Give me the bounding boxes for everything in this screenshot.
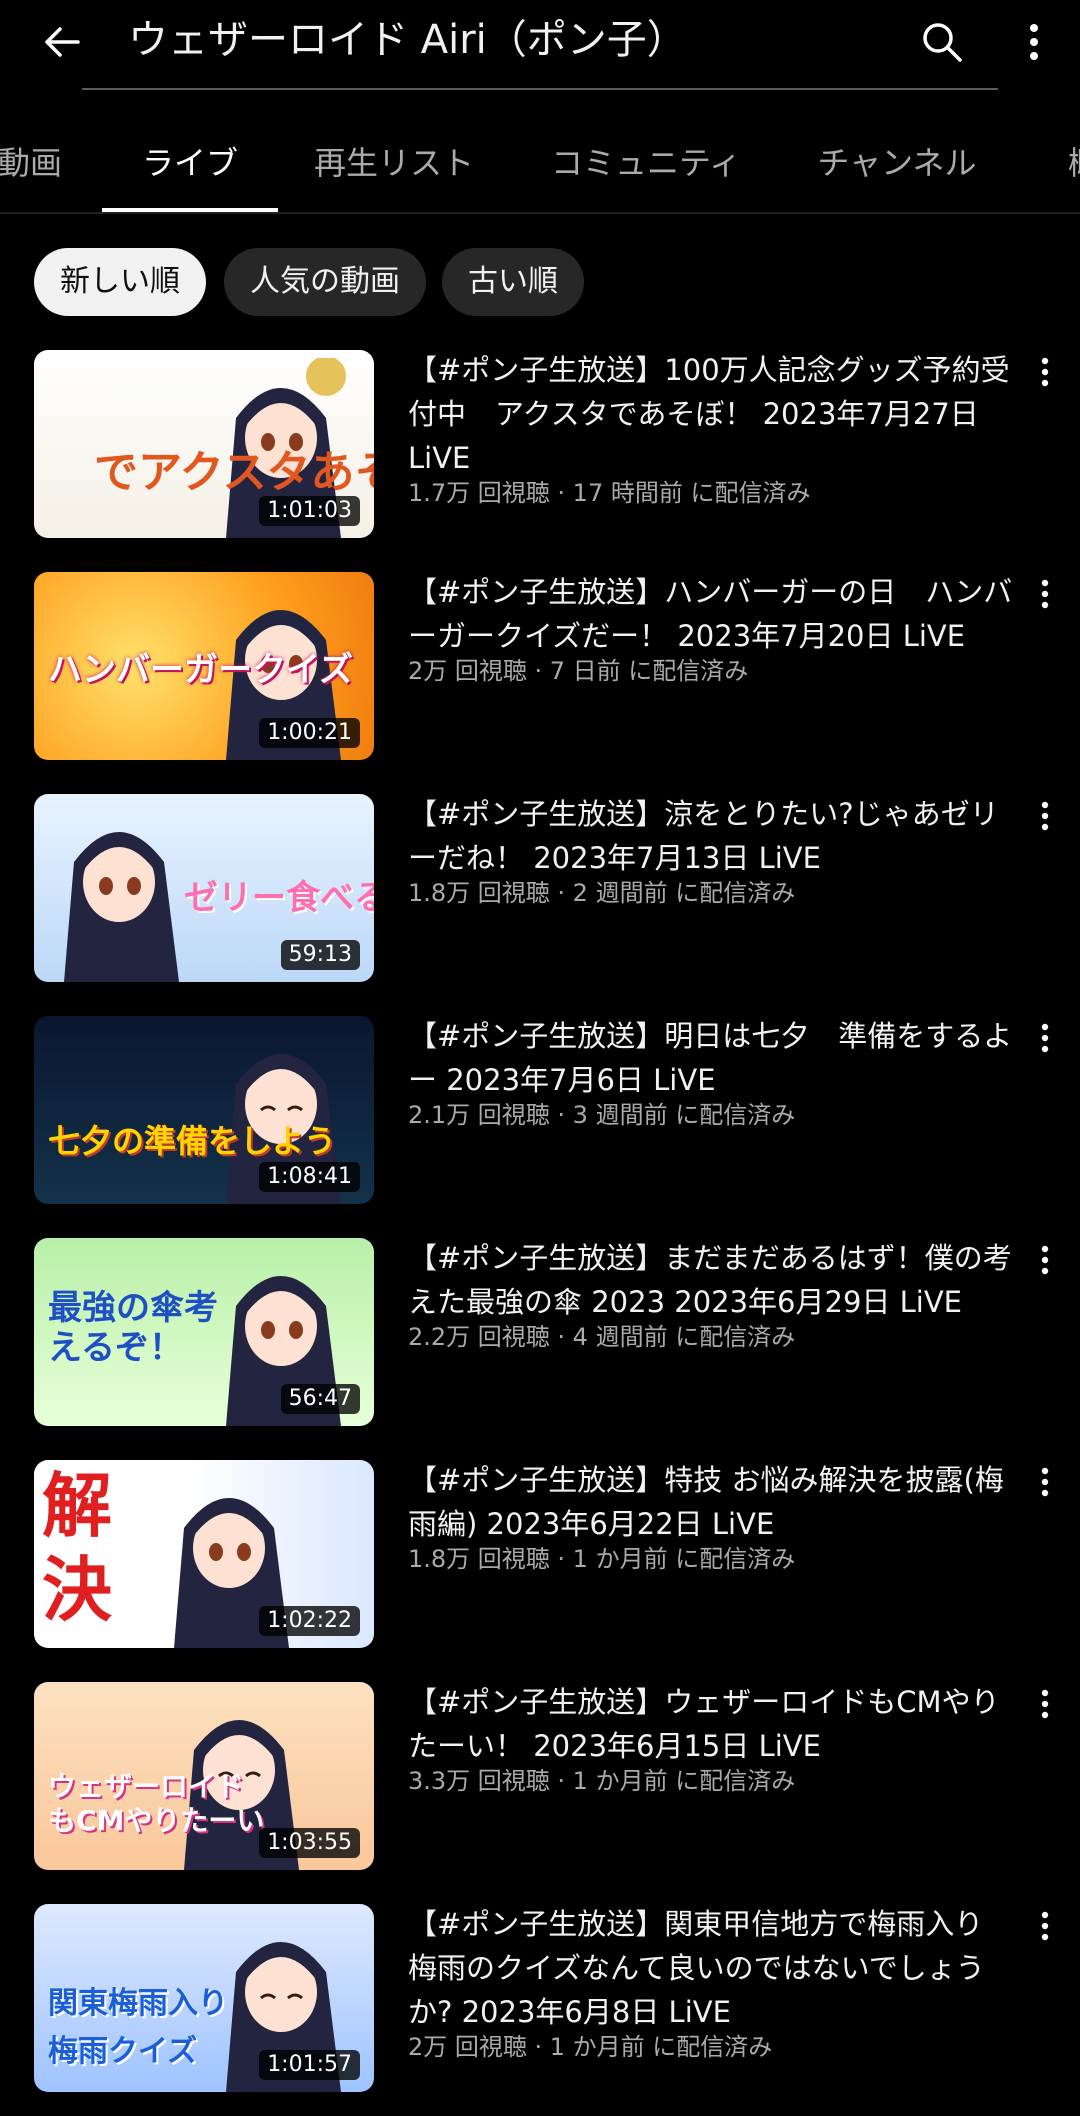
character-illustration <box>64 832 179 982</box>
chip-popular[interactable]: 人気の動画 <box>224 248 426 316</box>
video-title[interactable]: 【#ポン子生放送】ハンバーガーの日 ハンバーガークイズだー！ 2023年7月20… <box>408 570 1020 658</box>
search-icon <box>923 23 962 62</box>
video-meta: 1.8万 回視聴 · 2 週間前 に配信済み <box>408 879 796 907</box>
tab-playlists[interactable]: 再生リスト <box>312 128 476 214</box>
more-vert-icon <box>1030 24 1038 60</box>
video-meta: 1.8万 回視聴 · 1 か月前 に配信済み <box>408 1545 796 1573</box>
list-item[interactable]: でアクスタあそぼ！ 1:01:03 【#ポン子生放送】100万人記念グッズ予約受… <box>0 350 1080 540</box>
more-vert-icon <box>1041 1911 1049 1941</box>
video-title[interactable]: 【#ポン子生放送】関東甲信地方で梅雨入り 梅雨のクイズなんて良いのではないでしょ… <box>408 1902 1020 2034</box>
video-meta: 2.1万 回視聴 · 3 週間前 に配信済み <box>408 1101 796 1129</box>
video-thumbnail[interactable]: 関東梅雨入り 梅雨クイズ 1:01:57 <box>34 1904 374 2092</box>
video-meta: 2万 回視聴 · 7 日前 に配信済み <box>408 657 749 685</box>
video-more-button[interactable] <box>1030 1016 1060 1060</box>
thumbnail-caption: でアクスタあそぼ！ <box>94 447 374 498</box>
list-item[interactable]: ウェザーロイドもCMやりたーい 1:03:55 【#ポン子生放送】ウェザーロイド… <box>0 1682 1080 1872</box>
video-more-button[interactable] <box>1030 1682 1060 1726</box>
thumbnail-caption: 解決 <box>42 1465 112 1631</box>
video-thumbnail[interactable]: 最強の傘考えるぞ！ 56:47 <box>34 1238 374 1426</box>
thumbnail-caption: 七夕の準備をしよう <box>48 1122 337 1160</box>
tabs-divider <box>0 212 1080 214</box>
arrow-left-icon <box>45 27 80 57</box>
thumbnail-caption: 最強の傘考えるぞ！ <box>48 1288 218 1368</box>
list-item[interactable]: ゼリー食べる 59:13 【#ポン子生放送】涼をとりたい?じゃあゼリーだね！ 2… <box>0 794 1080 984</box>
video-more-button[interactable] <box>1030 1460 1060 1504</box>
thumbnail-caption: 関東梅雨入り 梅雨クイズ <box>48 1986 228 2069</box>
list-item[interactable]: 関東梅雨入り 梅雨クイズ 1:01:57 【#ポン子生放送】関東甲信地方で梅雨入… <box>0 1904 1080 2094</box>
thumbnail-caption: ウェザーロイドもCMやりたーい <box>48 1770 265 1837</box>
list-item[interactable]: 七夕の準備をしよう 1:08:41 【#ポン子生放送】明日は七夕 準備をするよー… <box>0 1016 1080 1206</box>
list-item[interactable]: ハンバーガークイズ 1:00:21 【#ポン子生放送】ハンバーガーの日 ハンバー… <box>0 572 1080 762</box>
video-thumbnail[interactable]: 七夕の準備をしよう 1:08:41 <box>34 1016 374 1204</box>
tab-about[interactable]: 概 <box>1054 128 1080 214</box>
video-more-button[interactable] <box>1030 1238 1060 1282</box>
duration-badge: 1:01:03 <box>259 496 360 526</box>
thumbnail-caption: ゼリー食べる <box>184 878 374 918</box>
channel-tabs: 動画 ライブ 再生リスト コミュニティ チャンネル 概 <box>0 128 1080 214</box>
video-meta: 2.2万 回視聴 · 4 週間前 に配信済み <box>408 1323 796 1351</box>
more-vert-icon <box>1041 1689 1049 1719</box>
more-vert-icon <box>1041 1245 1049 1275</box>
video-title[interactable]: 【#ポン子生放送】100万人記念グッズ予約受付中 アクスタであそぼ！ 2023年… <box>408 348 1020 480</box>
title-underline <box>82 88 998 90</box>
top-bar: ウェザーロイド Airi（ポン子） <box>0 0 1080 96</box>
list-item[interactable]: 解決 1:02:22 【#ポン子生放送】特技 お悩み解決を披露(梅雨編) 202… <box>0 1460 1080 1650</box>
video-thumbnail[interactable]: でアクスタあそぼ！ 1:01:03 <box>34 350 374 538</box>
search-button[interactable] <box>914 14 970 70</box>
more-vert-icon <box>1041 1023 1049 1053</box>
back-button[interactable] <box>36 16 88 68</box>
duration-badge: 1:01:57 <box>259 2050 360 2080</box>
video-title[interactable]: 【#ポン子生放送】特技 お悩み解決を披露(梅雨編) 2023年6月22日 LiV… <box>408 1458 1020 1546</box>
video-meta: 2万 回視聴 · 1 か月前 に配信済み <box>408 2033 773 2061</box>
more-vert-icon <box>1041 579 1049 609</box>
video-title[interactable]: 【#ポン子生放送】まだまだあるはず！僕の考えた最強の傘 2023 2023年6月… <box>408 1236 1020 1324</box>
duration-badge: 1:00:21 <box>259 718 360 748</box>
tab-channels[interactable]: チャンネル <box>814 128 980 214</box>
duration-badge: 1:03:55 <box>259 1828 360 1858</box>
thumbnail-caption: ハンバーガークイズ <box>48 650 353 690</box>
more-vert-icon <box>1041 801 1049 831</box>
tab-community[interactable]: コミュニティ <box>548 128 744 214</box>
video-thumbnail[interactable]: ウェザーロイドもCMやりたーい 1:03:55 <box>34 1682 374 1870</box>
duration-badge: 59:13 <box>280 940 360 970</box>
video-more-button[interactable] <box>1030 572 1060 616</box>
more-options-button[interactable] <box>1008 14 1060 70</box>
video-meta: 1.7万 回視聴 · 17 時間前 に配信済み <box>408 479 811 507</box>
more-vert-icon <box>1041 357 1049 387</box>
chip-newest[interactable]: 新しい順 <box>34 248 206 316</box>
tab-videos[interactable]: 動画 <box>0 128 80 214</box>
duration-badge: 56:47 <box>280 1384 360 1414</box>
video-more-button[interactable] <box>1030 794 1060 838</box>
video-meta: 3.3万 回視聴 · 1 か月前 に配信済み <box>408 1767 796 1795</box>
video-title[interactable]: 【#ポン子生放送】明日は七夕 準備をするよー 2023年7月6日 LiVE <box>408 1014 1020 1102</box>
video-title[interactable]: 【#ポン子生放送】ウェザーロイドもCMやりたーい！ 2023年6月15日 LiV… <box>408 1680 1020 1768</box>
chip-oldest[interactable]: 古い順 <box>442 248 584 316</box>
tab-live[interactable]: ライブ <box>102 128 278 214</box>
video-thumbnail[interactable]: ゼリー食べる 59:13 <box>34 794 374 982</box>
video-thumbnail[interactable]: ハンバーガークイズ 1:00:21 <box>34 572 374 760</box>
duration-badge: 1:02:22 <box>259 1606 360 1636</box>
channel-title: ウェザーロイド Airi（ポン子） <box>128 17 687 63</box>
list-item[interactable]: 最強の傘考えるぞ！ 56:47 【#ポン子生放送】まだまだあるはず！僕の考えた最… <box>0 1238 1080 1428</box>
duration-badge: 1:08:41 <box>259 1162 360 1192</box>
video-more-button[interactable] <box>1030 350 1060 394</box>
video-more-button[interactable] <box>1030 1904 1060 1948</box>
video-thumbnail[interactable]: 解決 1:02:22 <box>34 1460 374 1648</box>
video-title[interactable]: 【#ポン子生放送】涼をとりたい?じゃあゼリーだね！ 2023年7月13日 LiV… <box>408 792 1020 880</box>
more-vert-icon <box>1041 1467 1049 1497</box>
